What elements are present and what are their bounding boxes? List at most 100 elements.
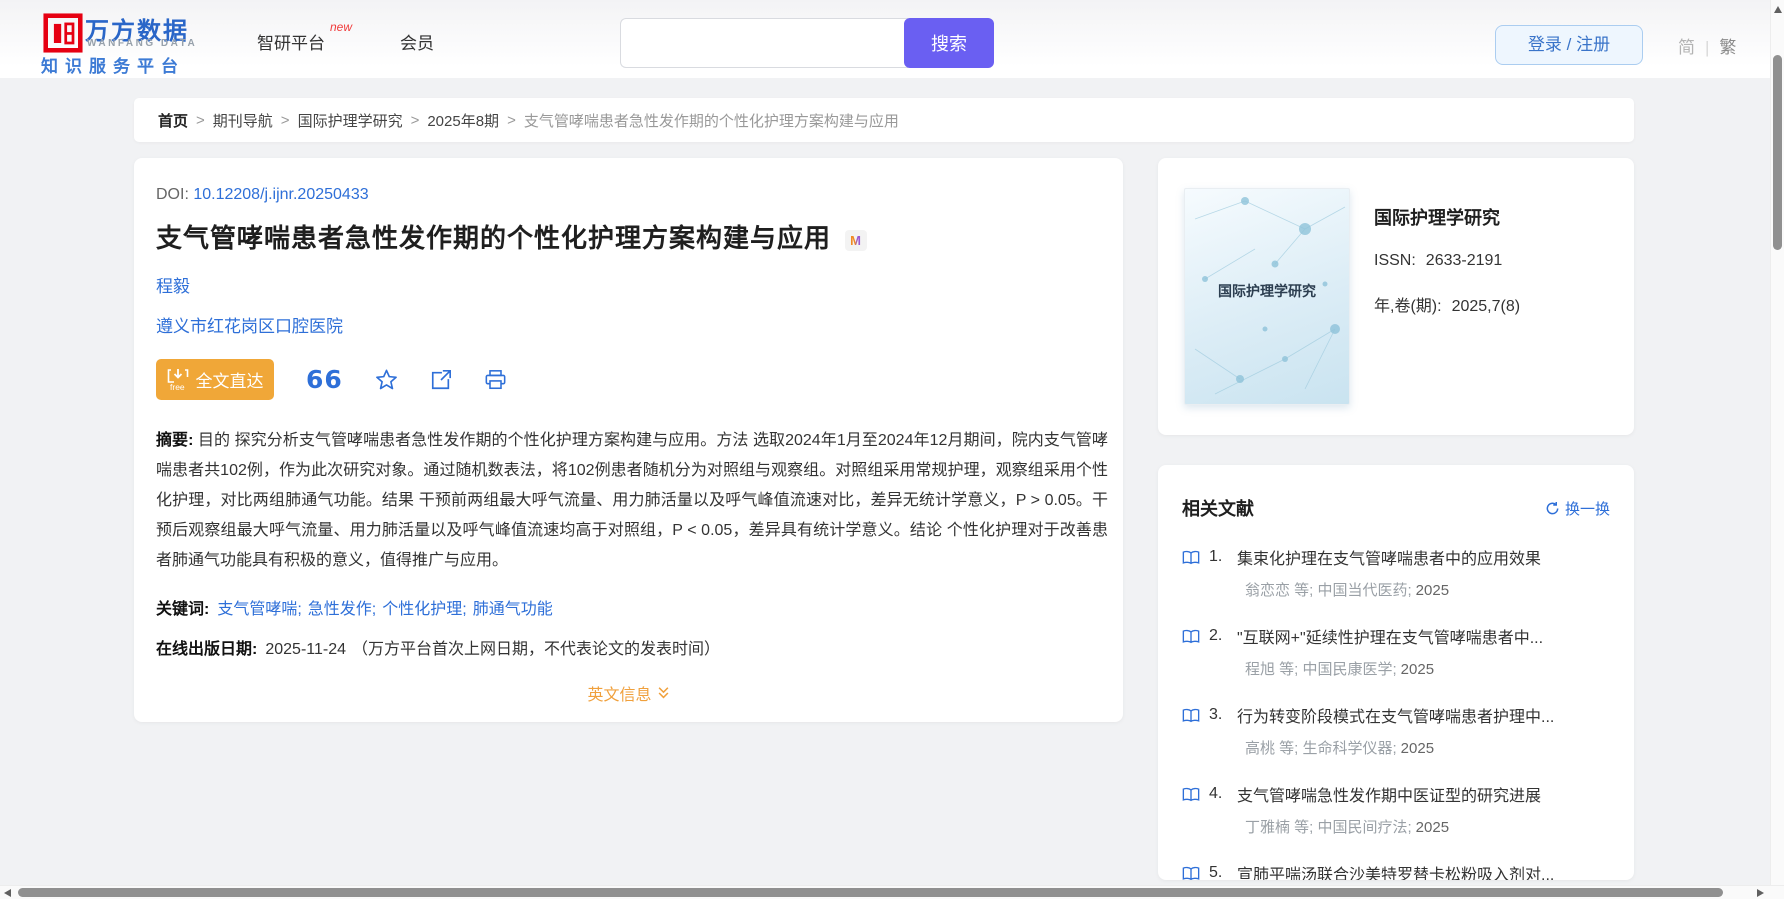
lang-simplified[interactable]: 简 [1678, 38, 1695, 57]
related-item-link[interactable]: "互联网+"延续性护理在支气管哮喘患者中... [1237, 624, 1543, 648]
related-literature-card: 相关文献 换一换 1. 集束化护理在支气管哮喘患者中的应用效果 翁恋恋 等; 中… [1158, 465, 1634, 880]
related-item: 2. "互联网+"延续性护理在支气管哮喘患者中... 程旭 等; 中国民康医学;… [1182, 624, 1610, 679]
related-title: 相关文献 [1182, 499, 1254, 519]
scroll-up-arrow[interactable] [1774, 6, 1782, 13]
affiliation-link[interactable]: 遵义市红花岗区口腔医院 [156, 312, 1101, 337]
book-icon [1182, 629, 1200, 643]
horizontal-scrollbar[interactable] [0, 885, 1784, 899]
related-item-meta: 程旭 等; 中国民康医学; 2025 [1245, 661, 1435, 678]
vertical-scroll-thumb[interactable] [1773, 55, 1782, 250]
article-card: DOI: 10.12208/j.ijnr.20250433 支气管哮喘患者急性发… [134, 158, 1123, 722]
online-date-value: 2025-11-24 [265, 641, 346, 658]
issn-value: 2633-2191 [1425, 252, 1503, 269]
site-header: 万方数据 WANFANG DATA 知识服务平台 智研平台 new 会员 搜索 … [0, 0, 1784, 78]
related-item-number: 4. [1209, 785, 1223, 802]
book-icon [1182, 708, 1200, 722]
journal-issn-row: ISSN: 2633-2191 [1374, 252, 1520, 270]
language-switch: 简 | 繁 [1678, 33, 1736, 58]
related-item-number: 3. [1209, 706, 1223, 723]
fulltext-button[interactable]: free 全文直达 [156, 359, 274, 400]
online-date-row: 在线出版日期: 2025-11-24 （万方平台首次上网日期，不代表论文的发表时间） [156, 635, 1101, 659]
online-date-label: 在线出版日期: [156, 641, 258, 658]
journal-cover[interactable]: 国际护理学研究 [1184, 188, 1350, 405]
metrics-badge[interactable]: M [845, 229, 868, 251]
book-icon [1182, 866, 1200, 880]
favorite-star-icon[interactable] [375, 368, 398, 391]
brand-tagline: 知识服务平台 [41, 57, 185, 76]
doi-label: DOI: [156, 186, 189, 203]
breadcrumb-separator: > [507, 111, 516, 129]
related-item: 5. 宣肺平喘汤联合沙美特罗替卡松粉吸入剂对... [1182, 861, 1610, 880]
abstract-label: 摘要: [156, 432, 194, 449]
related-item-meta: 翁恋恋 等; 中国当代医药; 2025 [1245, 582, 1450, 599]
lang-traditional[interactable]: 繁 [1719, 38, 1736, 57]
lang-divider: | [1705, 38, 1710, 57]
breadcrumb-journal-nav[interactable]: 期刊导航 [213, 110, 273, 131]
search-button[interactable]: 搜索 [904, 18, 994, 68]
article-actions: free 全文直达 66 [156, 359, 1101, 400]
free-download-icon: free [167, 368, 188, 392]
online-date-note: （万方平台首次上网日期，不代表论文的发表时间） [352, 641, 721, 658]
refresh-related-button[interactable]: 换一换 [1545, 498, 1610, 519]
cite-icon[interactable]: 66 [306, 367, 343, 392]
issn-label: ISSN: [1374, 252, 1416, 269]
doi-link[interactable]: 10.12208/j.ijnr.20250433 [193, 186, 368, 203]
keyword-link[interactable]: 个性化护理; [382, 601, 466, 618]
brand-name-en: WANFANG DATA [87, 38, 198, 49]
related-item-link[interactable]: 宣肺平喘汤联合沙美特罗替卡松粉吸入剂对... [1237, 861, 1554, 880]
refresh-icon [1546, 501, 1559, 514]
breadcrumb-issue[interactable]: 2025年8期 [427, 110, 499, 131]
nav-zhiyan-platform[interactable]: 智研平台 [257, 29, 325, 54]
related-item-link[interactable]: 集束化护理在支气管哮喘患者中的应用效果 [1237, 545, 1541, 569]
related-item: 3. 行为转变阶段模式在支气管哮喘患者护理中... 高桃 等; 生命科学仪器; 2… [1182, 703, 1610, 758]
related-item-number: 5. [1209, 864, 1223, 880]
breadcrumb-home[interactable]: 首页 [158, 110, 188, 131]
breadcrumb: 首页 > 期刊导航 > 国际护理学研究 > 2025年8期 > 支气管哮喘患者急… [134, 98, 1634, 142]
breadcrumb-separator: > [410, 111, 420, 129]
volume-label: 年,卷(期): [1374, 298, 1442, 315]
nav-member[interactable]: 会员 [400, 29, 434, 54]
breadcrumb-separator: > [196, 111, 205, 129]
doi-row: DOI: 10.12208/j.ijnr.20250433 [156, 186, 1101, 204]
print-icon[interactable] [484, 369, 507, 391]
keywords-row: 关键词: 支气管哮喘; 急性发作; 个性化护理; 肺通气功能 [156, 595, 1101, 619]
svg-text:free: free [170, 382, 185, 392]
abstract-text: 摘要: 目的 探究分析支气管哮喘患者急性发作期的个性化护理方案构建与应用。方法 … [156, 432, 1108, 569]
related-item-number: 2. [1209, 627, 1223, 644]
vertical-scrollbar[interactable] [1770, 0, 1784, 885]
new-badge: new [330, 20, 353, 34]
search-bar: 搜索 [620, 18, 998, 68]
share-icon[interactable] [430, 369, 452, 391]
scroll-left-arrow[interactable] [4, 889, 11, 897]
related-item-meta: 丁雅楠 等; 中国民间疗法; 2025 [1245, 819, 1450, 836]
journal-name[interactable]: 国际护理学研究 [1374, 204, 1520, 230]
chevron-double-down-icon [658, 687, 668, 699]
search-input[interactable] [620, 18, 908, 68]
related-item-link[interactable]: 支气管哮喘急性发作期中医证型的研究进展 [1237, 782, 1541, 806]
related-item: 1. 集束化护理在支气管哮喘患者中的应用效果 翁恋恋 等; 中国当代医药; 202… [1182, 545, 1610, 600]
related-item-link[interactable]: 行为转变阶段模式在支气管哮喘患者护理中... [1237, 703, 1554, 727]
horizontal-scroll-thumb[interactable] [18, 888, 1723, 897]
breadcrumb-current-article: 支气管哮喘患者急性发作期的个性化护理方案构建与应用 [523, 112, 899, 130]
keywords-label: 关键词: [156, 601, 210, 618]
wanfang-logo-icon[interactable] [43, 13, 83, 53]
keyword-link[interactable]: 肺通气功能 [473, 601, 553, 618]
login-register-button[interactable]: 登录 / 注册 [1495, 25, 1643, 65]
breadcrumb-journal[interactable]: 国际护理学研究 [298, 110, 403, 131]
journal-card: 国际护理学研究 国际护理学研究 ISSN: 2633-2191 年,卷(期): 20… [1158, 158, 1634, 435]
english-info-toggle[interactable]: 英文信息 [587, 681, 669, 705]
english-info-row: 英文信息 [156, 681, 1101, 705]
book-icon [1182, 550, 1200, 564]
related-item: 4. 支气管哮喘急性发作期中医证型的研究进展 丁雅楠 等; 中国民间疗法; 202… [1182, 782, 1610, 837]
article-title: 支气管哮喘患者急性发作期的个性化护理方案构建与应用 M [156, 218, 1101, 255]
keyword-link[interactable]: 支气管哮喘; [217, 601, 301, 618]
journal-volume-row: 年,卷(期): 2025,7(8) [1374, 292, 1520, 316]
volume-value: 2025,7(8) [1451, 298, 1521, 315]
related-header: 相关文献 换一换 [1182, 495, 1610, 521]
scroll-right-arrow[interactable] [1757, 889, 1764, 897]
journal-info: 国际护理学研究 ISSN: 2633-2191 年,卷(期): 2025,7(8) [1374, 188, 1520, 405]
author-link[interactable]: 程毅 [156, 272, 1101, 297]
related-item-meta: 高桃 等; 生命科学仪器; 2025 [1245, 740, 1435, 757]
related-item-number: 1. [1209, 548, 1223, 565]
keyword-link[interactable]: 急性发作; [308, 601, 376, 618]
